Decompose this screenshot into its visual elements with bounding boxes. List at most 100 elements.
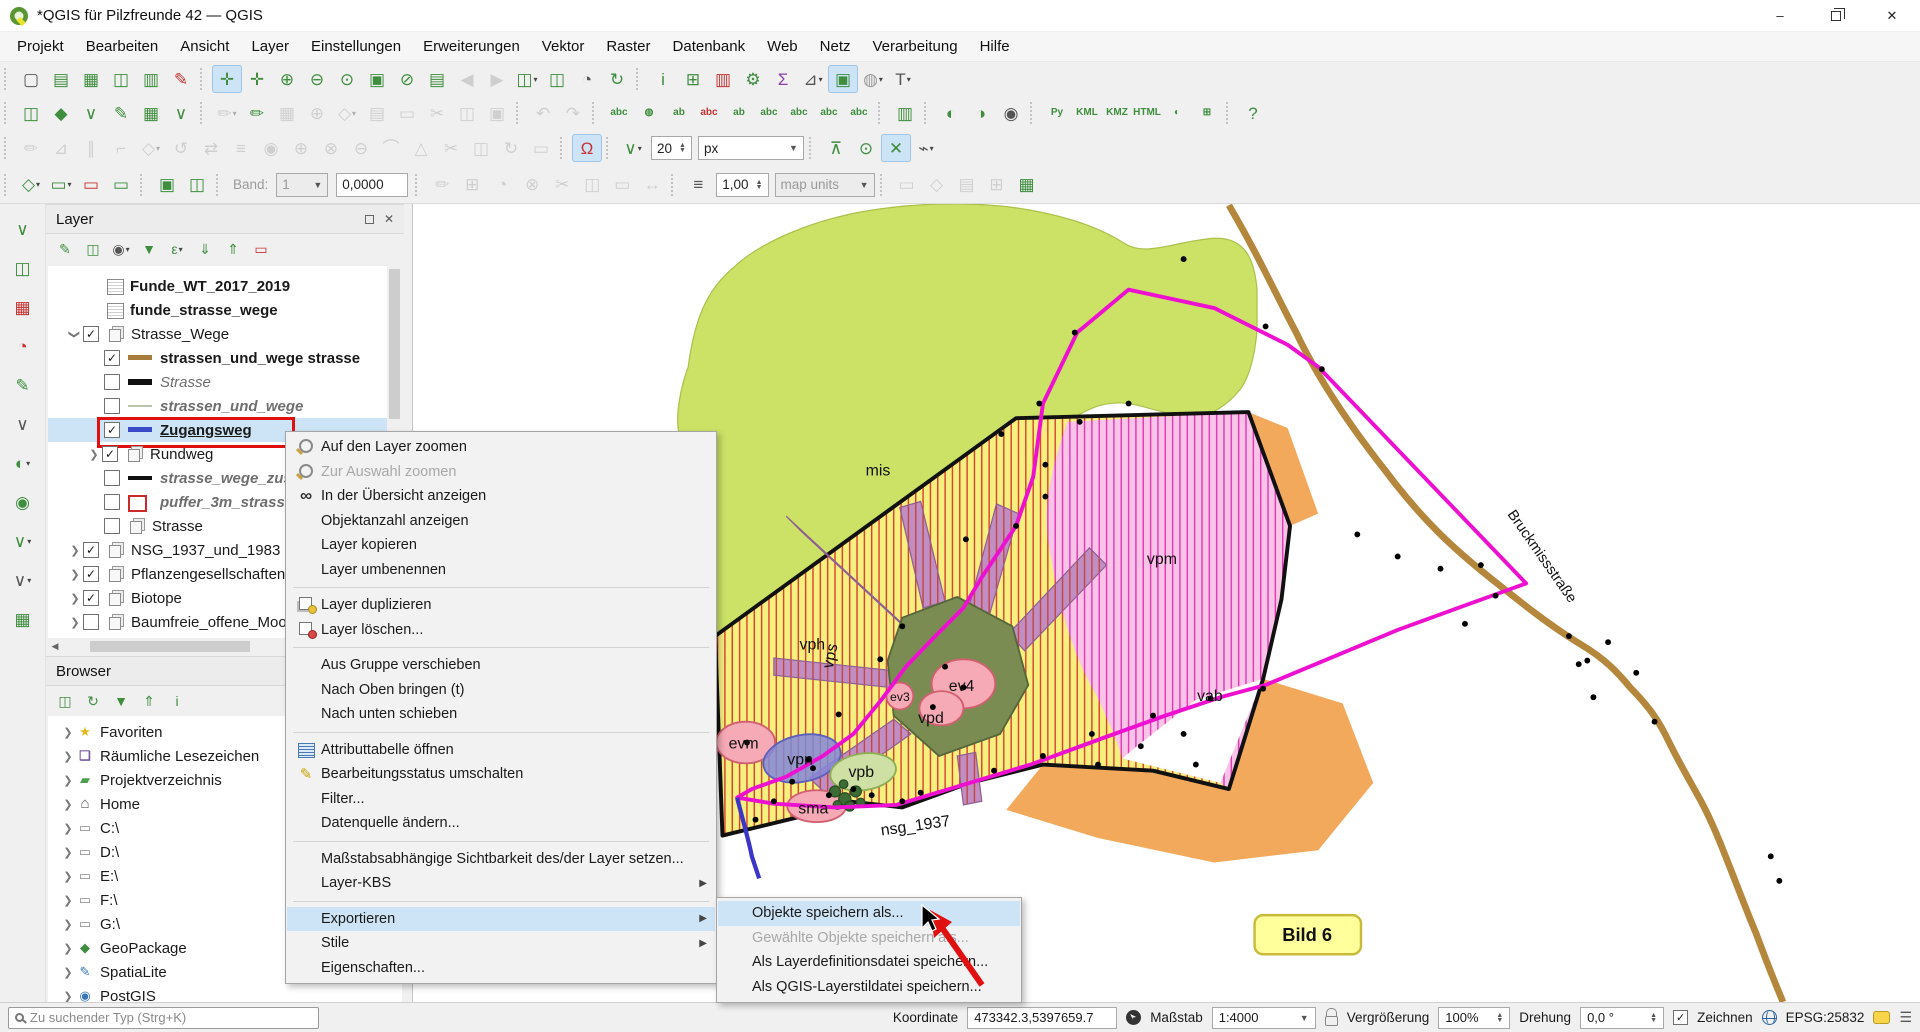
map-tips[interactable]: ▣: [828, 65, 858, 93]
expander-icon[interactable]: ❯: [63, 919, 72, 931]
open-layer-styling[interactable]: ✎: [52, 237, 78, 261]
statistical-summary[interactable]: ▥: [708, 65, 738, 93]
save-project[interactable]: ▦: [76, 65, 106, 93]
filter-legend[interactable]: ▼: [136, 237, 162, 261]
context-menu-item[interactable]: Objektanzahl anzeigen: [287, 509, 715, 534]
vector-tool-2[interactable]: ∨: [8, 411, 38, 437]
expander-icon[interactable]: ❯: [63, 775, 72, 787]
context-menu-item[interactable]: Bearbeitungsstatus umschalten: [287, 762, 715, 787]
georeferencer[interactable]: ▦: [1012, 171, 1042, 199]
new-geopackage-layer[interactable]: ◆: [46, 99, 76, 127]
paste-features[interactable]: ▣: [482, 99, 512, 127]
osm-place-search[interactable]: ◉: [996, 99, 1026, 127]
context-menu-item[interactable]: [287, 896, 715, 907]
add-group[interactable]: ◫: [80, 237, 106, 261]
layer-visibility-checkbox[interactable]: [104, 494, 120, 510]
pin-labels[interactable]: ab: [664, 99, 694, 127]
layer-visibility-checkbox[interactable]: [83, 542, 99, 558]
expander-icon[interactable]: ❯: [70, 617, 79, 629]
db-manager[interactable]: ▥: [890, 99, 920, 127]
raster-tool[interactable]: ◫: [182, 171, 212, 199]
open-project[interactable]: ▤: [46, 65, 76, 93]
context-menu-item[interactable]: Layer kopieren: [287, 533, 715, 558]
layer-visibility-checkbox[interactable]: [83, 326, 99, 342]
enable-properties[interactable]: i: [164, 689, 190, 713]
mesh-select[interactable]: ◇: [922, 171, 952, 199]
export-kmz[interactable]: KMZ: [1102, 99, 1132, 127]
rotate-feature[interactable]: ↺: [166, 134, 196, 162]
delete-ring[interactable]: ⊖: [346, 134, 376, 162]
export-html[interactable]: HTML: [1132, 99, 1162, 127]
context-menu-item[interactable]: Nach Oben bringen (t): [287, 678, 715, 703]
context-menu-item[interactable]: Filter...: [287, 787, 715, 812]
mesh-digitize[interactable]: ▭: [892, 171, 922, 199]
restore-button[interactable]: [1808, 0, 1864, 32]
new-shapefile-layer[interactable]: ∨: [76, 99, 106, 127]
raster-fill[interactable]: ⊞: [457, 171, 487, 199]
layer-visibility-checkbox[interactable]: [104, 374, 120, 390]
processing-toolbox[interactable]: ⚙: [738, 65, 768, 93]
panel-close-icon[interactable]: ✕: [384, 212, 394, 226]
current-edits[interactable]: ✏▾: [212, 99, 242, 127]
panel-float-icon[interactable]: [365, 215, 374, 224]
temporal-controller[interactable]: ◔: [572, 65, 602, 93]
raster-draw[interactable]: ✏: [427, 171, 457, 199]
snapping-units-select[interactable]: px▼: [698, 136, 804, 160]
render-checkbox[interactable]: ✓: [1673, 1010, 1688, 1025]
expander-icon[interactable]: ❯: [63, 799, 72, 811]
toggle-label-visibility[interactable]: abc: [754, 99, 784, 127]
layer-stack[interactable]: ◫: [8, 255, 38, 281]
context-menu-item[interactable]: Stile ▶: [287, 931, 715, 956]
vector-tool-1[interactable]: ∨: [8, 216, 38, 242]
layer-visibility-checkbox[interactable]: [83, 614, 99, 630]
simplify-feature[interactable]: ≡: [226, 134, 256, 162]
refresh-browser[interactable]: ↻: [80, 689, 106, 713]
scale-feature[interactable]: ⇄: [196, 134, 226, 162]
browser-item[interactable]: ❯ PostGIS: [48, 984, 402, 1002]
snap-on-intersection[interactable]: ⊙: [851, 134, 881, 162]
context-menu-item[interactable]: Nach unten schieben: [287, 702, 715, 727]
layer-visibility-checkbox[interactable]: [83, 566, 99, 582]
identify-features[interactable]: i: [648, 65, 678, 93]
menu-item[interactable]: Datenbank: [662, 34, 757, 59]
show-statistics[interactable]: Σ: [768, 65, 798, 93]
menu-item[interactable]: Bearbeiten: [75, 34, 170, 59]
context-menu-item[interactable]: Aus Gruppe verschieben: [287, 653, 715, 678]
new-print-layout[interactable]: ◫: [106, 65, 136, 93]
context-menu-item[interactable]: Zur Auswahl zoomen: [287, 460, 715, 485]
context-menu-item[interactable]: Datenquelle ändern...: [287, 811, 715, 836]
cut-features[interactable]: ✂: [422, 99, 452, 127]
curve-tool[interactable]: ◔: [8, 333, 38, 359]
scale-select[interactable]: 1:4000▼: [1212, 1007, 1316, 1029]
raster-cut[interactable]: ✂: [547, 171, 577, 199]
select-features-by-value[interactable]: ▭▾: [46, 171, 76, 199]
minimize-button[interactable]: –: [1752, 0, 1808, 32]
context-menu-item[interactable]: Auf den Layer zoomen: [287, 435, 715, 460]
topological-editing[interactable]: ⊼: [821, 134, 851, 162]
move-label[interactable]: abc: [784, 99, 814, 127]
open-attribute-table[interactable]: ⊞: [678, 65, 708, 93]
layer-visibility-checkbox[interactable]: [104, 518, 120, 534]
expander-icon[interactable]: ❯: [89, 449, 98, 461]
expander-icon[interactable]: ❯: [63, 847, 72, 859]
new-virtual-layer[interactable]: ∨: [166, 99, 196, 127]
perpendicular[interactable]: ⌐: [106, 134, 136, 162]
vertex-tool[interactable]: ◇▾: [332, 99, 362, 127]
collapse-all-browser[interactable]: ⇑: [136, 689, 162, 713]
zoom-to-selection[interactable]: ⊘: [392, 65, 422, 93]
menu-item[interactable]: Raster: [595, 34, 661, 59]
redo[interactable]: ↷: [558, 99, 588, 127]
context-menu-item[interactable]: Layer duplizieren: [287, 593, 715, 618]
log-panel-icon[interactable]: ☰: [1899, 1009, 1912, 1026]
raster-line[interactable]: ↔: [637, 171, 667, 199]
expander-icon[interactable]: ❯: [69, 329, 82, 338]
vector-check[interactable]: ∨▾: [8, 528, 38, 554]
raster-grid[interactable]: ▦: [8, 294, 38, 320]
context-menu-item[interactable]: Maßstabsabhängige Sichtbarkeit des/der L…: [287, 847, 715, 872]
parallel[interactable]: ∥: [76, 134, 106, 162]
expander-icon[interactable]: ❯: [63, 727, 72, 739]
add-ring[interactable]: ◉: [256, 134, 286, 162]
enable-snapping[interactable]: Ω: [572, 134, 602, 162]
submenu-item[interactable]: Als Layerdefinitionsdatei speichern...: [718, 950, 1020, 975]
grid-blue[interactable]: ▦: [8, 606, 38, 632]
